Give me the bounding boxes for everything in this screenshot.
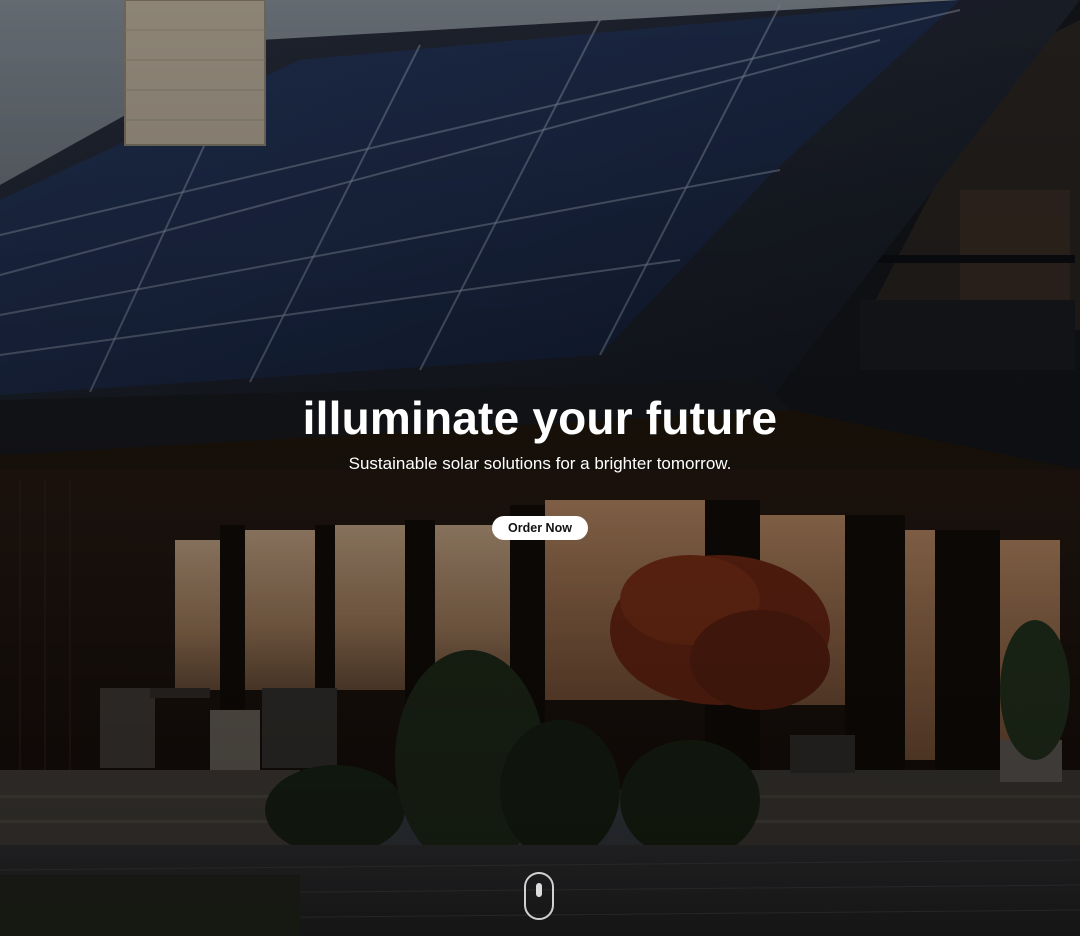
hero-section: illuminate your future Sustainable solar… xyxy=(0,0,1080,936)
hero-headline: illuminate your future xyxy=(302,392,778,444)
hero-subheadline: Sustainable solar solutions for a bright… xyxy=(348,454,732,473)
order-now-button[interactable]: Order Now xyxy=(492,516,588,540)
mouse-scroll-icon[interactable] xyxy=(524,872,554,920)
hero-content: illuminate your future Sustainable solar… xyxy=(0,388,1080,540)
scroll-wheel-icon xyxy=(536,883,542,897)
